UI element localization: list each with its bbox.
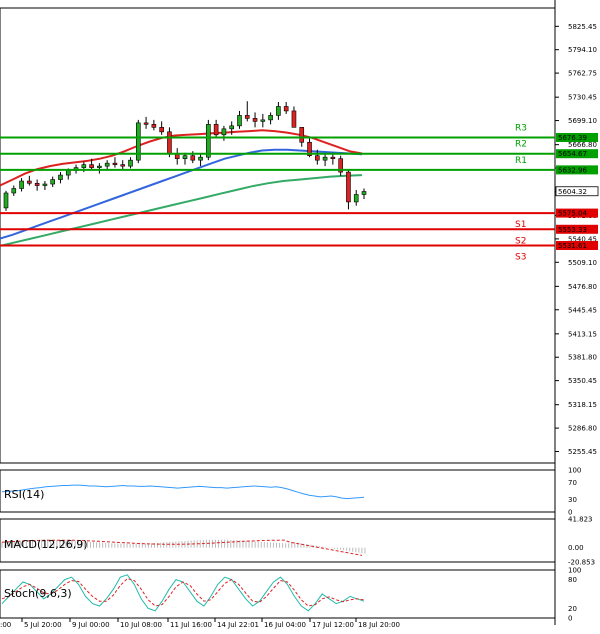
- candle-up: [65, 170, 71, 176]
- pane-frame: [0, 7, 556, 464]
- x-tick-label: 11 Jul 16:00: [170, 621, 212, 629]
- candle-down: [190, 155, 196, 161]
- candle-down: [213, 124, 219, 136]
- rsi-y-tick: 100: [568, 467, 581, 475]
- stoch-y-tick: 80: [568, 576, 577, 584]
- candle-up: [182, 155, 188, 159]
- level-s3-name: S3: [515, 252, 526, 262]
- candle-up: [97, 165, 102, 168]
- stoch-title: Stoch(9,6,3): [4, 587, 72, 600]
- candle-up: [268, 115, 273, 121]
- macd-title: MACD(12,26,9): [4, 538, 88, 551]
- candle-up: [3, 192, 9, 209]
- y-tick-label: 5381.80: [568, 354, 597, 362]
- y-tick-label: 5730.45: [568, 94, 597, 102]
- candle-up: [361, 191, 367, 195]
- candle-down: [34, 182, 40, 186]
- x-tick-label: 18 Jul 20:00: [358, 621, 400, 629]
- candle-down: [159, 127, 164, 133]
- y-tick-label: 5762.75: [568, 70, 597, 78]
- candle-up: [198, 156, 203, 161]
- candle-up: [50, 179, 55, 185]
- y-tick-label: 5318.15: [568, 401, 597, 409]
- candle-up: [128, 159, 133, 167]
- last-price-value: 5604.32: [558, 188, 587, 196]
- candle-up: [206, 124, 211, 158]
- candle-down: [143, 122, 149, 125]
- y-tick-label: 5509.10: [568, 259, 597, 267]
- candle-up: [104, 162, 110, 167]
- chart-container: 5825.45 5794.10 5762.75 5730.45 5699.10 5666.…: [0, 0, 600, 634]
- main-axis: 5825.45 5794.10 5762.75 5730.45 5699.10 5666.…: [555, 23, 597, 456]
- y-tick-label: 5476.80: [568, 283, 597, 291]
- candle-up: [19, 180, 24, 189]
- level-r2-name: R2: [515, 140, 527, 150]
- candle-down: [252, 118, 258, 122]
- candle-down: [151, 124, 157, 128]
- candle-up: [276, 106, 281, 116]
- candle-down: [27, 180, 32, 184]
- x-tick-label: 16 Jul 04:00: [264, 621, 306, 629]
- candle-down: [112, 162, 118, 165]
- level-r2-value: 5654.67: [558, 150, 587, 158]
- candle-up: [229, 125, 234, 130]
- x-axis: :00 5 Jul 20:00 9 Jul 00:00 10 Jul 08:00 11 …: [0, 618, 400, 629]
- x-tick-label: 17 Jul 12:00: [312, 621, 354, 629]
- x-tick-label: 10 Jul 08:00: [120, 621, 162, 629]
- level-r3-name: R3: [515, 123, 527, 133]
- pane-frame: [0, 569, 556, 619]
- y-tick-label: 5413.15: [568, 330, 597, 338]
- stoch-y-tick: 20: [568, 605, 577, 613]
- level-s2-value: 5553.33: [558, 226, 587, 234]
- candle-down: [299, 127, 305, 143]
- pane-frame: [0, 469, 556, 513]
- candle-down: [244, 115, 250, 119]
- candle-down: [120, 164, 126, 167]
- candle-down: [330, 156, 336, 159]
- candle-down: [346, 171, 351, 203]
- y-tick-label: 5255.45: [568, 448, 597, 456]
- pane-frames: [0, 0, 556, 625]
- trading-chart: 5825.45 5794.10 5762.75 5730.45 5699.10 5666.…: [0, 0, 599, 629]
- macd-y-tick: -20.853: [568, 559, 595, 567]
- candle-down: [315, 155, 320, 161]
- y-tick-label: 5825.45: [568, 23, 597, 31]
- level-r1-value: 5632.96: [558, 166, 587, 174]
- candle-down: [283, 106, 289, 112]
- candle-up: [260, 119, 266, 122]
- level-s3-value: 5531.61: [558, 242, 587, 250]
- level-r1-name: R1: [515, 156, 527, 166]
- x-tick-label: 5 Jul 20:00: [24, 621, 62, 629]
- macd-y-tick: 0.00: [568, 544, 584, 552]
- candle-up: [221, 128, 227, 136]
- candle-up: [81, 164, 87, 168]
- stoch-y-tick: 100: [568, 567, 581, 575]
- level-s1-value: 5575.04: [558, 210, 587, 218]
- x-tick-label-partial: :00: [0, 621, 11, 629]
- candle-up: [42, 183, 48, 186]
- macd-y-tick: 41.823: [568, 516, 593, 524]
- y-tick-label: 5350.45: [568, 377, 597, 385]
- candle-up: [322, 156, 328, 161]
- level-r3-value: 5676.39: [558, 134, 587, 142]
- x-tick-label: 14 Jul 22:01: [217, 621, 259, 629]
- y-tick-label: 5445.45: [568, 306, 597, 314]
- y-tick-label: 5794.10: [568, 46, 597, 54]
- y-tick-label: 5666.80: [568, 141, 597, 149]
- candle-up: [58, 174, 63, 180]
- rsi-y-tick: 30: [568, 496, 577, 504]
- candle-up: [237, 115, 242, 127]
- x-tick-label: 9 Jul 00:00: [72, 621, 110, 629]
- candle-down: [167, 131, 172, 154]
- candle-up: [353, 194, 359, 203]
- candle-down: [291, 110, 297, 128]
- y-tick-label: 5699.10: [568, 117, 597, 125]
- candle-up: [11, 188, 17, 194]
- candle-down: [89, 164, 94, 168]
- stoch-y-tick: 0: [568, 615, 572, 623]
- y-tick-label: 5286.80: [568, 425, 597, 433]
- rsi-y-tick: 70: [568, 479, 577, 487]
- rsi-title: RSI(14): [4, 488, 44, 501]
